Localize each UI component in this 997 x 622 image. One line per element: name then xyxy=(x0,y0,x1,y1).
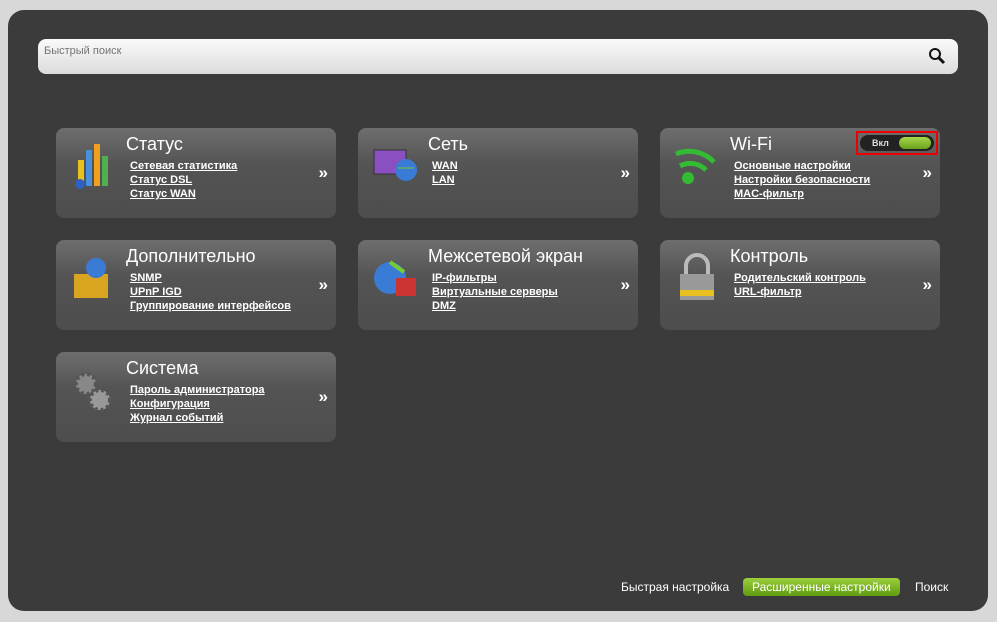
quick-setup-link[interactable]: Быстрая настройка xyxy=(621,580,729,594)
firewall-icon xyxy=(374,260,416,296)
card-link[interactable]: SNMP xyxy=(130,271,291,285)
card-link[interactable]: Настройки безопасности xyxy=(734,173,870,187)
card-network: Сеть WAN LAN » xyxy=(358,128,638,218)
wifi-toggle[interactable]: Вкл xyxy=(856,131,938,155)
card-link[interactable]: Сетевая статистика xyxy=(130,159,237,173)
search-link[interactable]: Поиск xyxy=(915,580,948,594)
quick-search xyxy=(38,39,958,74)
wifi-icon xyxy=(675,148,716,184)
card-link[interactable]: Группирование интерфейсов xyxy=(130,299,291,313)
toggle-knob[interactable] xyxy=(899,137,931,149)
card-title[interactable]: Контроль xyxy=(730,246,808,267)
more-arrow-icon[interactable]: » xyxy=(319,387,328,407)
toggle-label: Вкл xyxy=(872,138,889,148)
card-wifi: Wi-Fi Основные настройки Настройки безопа… xyxy=(660,128,940,218)
more-arrow-icon[interactable]: » xyxy=(923,163,932,183)
search-icon[interactable] xyxy=(928,47,946,65)
card-title[interactable]: Межсетевой экран xyxy=(428,246,583,267)
card-link[interactable]: Родительский контроль xyxy=(734,271,866,285)
card-link[interactable]: Виртуальные серверы xyxy=(432,285,558,299)
card-link[interactable]: LAN xyxy=(432,173,458,187)
system-icon xyxy=(74,372,112,412)
card-system: Система Пароль администратора Конфигураци… xyxy=(56,352,336,442)
more-arrow-icon[interactable]: » xyxy=(319,275,328,295)
card-link[interactable]: Основные настройки xyxy=(734,159,870,173)
more-arrow-icon[interactable]: » xyxy=(319,163,328,183)
card-link[interactable]: IP-фильтры xyxy=(432,271,558,285)
card-title[interactable]: Система xyxy=(126,358,199,379)
card-link[interactable]: Статус WAN xyxy=(130,187,237,201)
card-link[interactable]: UPnP IGD xyxy=(130,285,291,299)
card-title[interactable]: Статус xyxy=(126,134,183,155)
card-link[interactable]: Журнал событий xyxy=(130,411,265,425)
advanced-icon xyxy=(74,258,108,298)
card-title[interactable]: Wi-Fi xyxy=(730,134,772,155)
card-status: Статус Сетевая статистика Статус DSL Стату… xyxy=(56,128,336,218)
card-title[interactable]: Дополнительно xyxy=(126,246,256,267)
more-arrow-icon[interactable]: » xyxy=(923,275,932,295)
card-advanced: Дополнительно SNMP UPnP IGD Группирование … xyxy=(56,240,336,330)
card-control: Контроль Родительский контроль URL-фильтр… xyxy=(660,240,940,330)
network-icon xyxy=(373,149,417,181)
search-input[interactable] xyxy=(44,41,924,61)
card-link[interactable]: WAN xyxy=(432,159,458,173)
card-link[interactable]: Статус DSL xyxy=(130,173,237,187)
card-title[interactable]: Сеть xyxy=(428,134,468,155)
card-link[interactable]: Пароль администратора xyxy=(130,383,265,397)
status-icon xyxy=(75,144,108,189)
more-arrow-icon[interactable]: » xyxy=(621,275,630,295)
card-link[interactable]: Конфигурация xyxy=(130,397,265,411)
more-arrow-icon[interactable]: » xyxy=(621,163,630,183)
card-link[interactable]: URL-фильтр xyxy=(734,285,866,299)
card-link[interactable]: DMZ xyxy=(432,299,558,313)
control-icon xyxy=(680,253,714,300)
card-link[interactable]: MAC-фильтр xyxy=(734,187,870,201)
advanced-settings-button[interactable]: Расширенные настройки xyxy=(743,578,900,596)
card-firewall: Межсетевой экран IP-фильтры Виртуальные с… xyxy=(358,240,638,330)
